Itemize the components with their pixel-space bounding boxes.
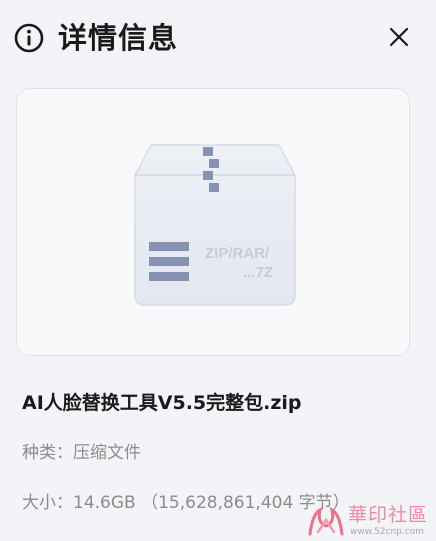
watermark-logo-icon	[308, 507, 344, 536]
file-type-row: 种类：压缩文件	[22, 439, 141, 467]
watermark-text: 華印社區	[348, 504, 429, 526]
file-type-label: 种类	[22, 443, 56, 463]
watermark-url: www.52cnp.com	[350, 527, 425, 537]
zip-archive-icon: ZIP/RAR/ ...7Z	[134, 144, 296, 306]
label-colon: ：	[56, 493, 73, 513]
details-header: 详情信息	[0, 0, 436, 76]
site-watermark: 華印社區 www.52cnp.com	[306, 498, 436, 541]
page-title: 详情信息	[58, 21, 179, 55]
label-colon: ：	[56, 443, 73, 463]
archive-label-line2: ...7Z	[243, 264, 273, 281]
file-size-label: 大小	[22, 493, 56, 513]
file-type-value: 压缩文件	[73, 443, 141, 463]
info-circle-icon	[14, 23, 44, 53]
archive-label-line1: ZIP/RAR/	[205, 245, 270, 262]
file-size-row: 大小：14.6GB （15,628,861,404 字节）	[22, 489, 350, 517]
file-name: AI人脸替换工具V5.5完整包.zip	[22, 392, 302, 414]
file-preview-card: ZIP/RAR/ ...7Z	[16, 88, 410, 356]
close-icon[interactable]	[384, 22, 414, 52]
